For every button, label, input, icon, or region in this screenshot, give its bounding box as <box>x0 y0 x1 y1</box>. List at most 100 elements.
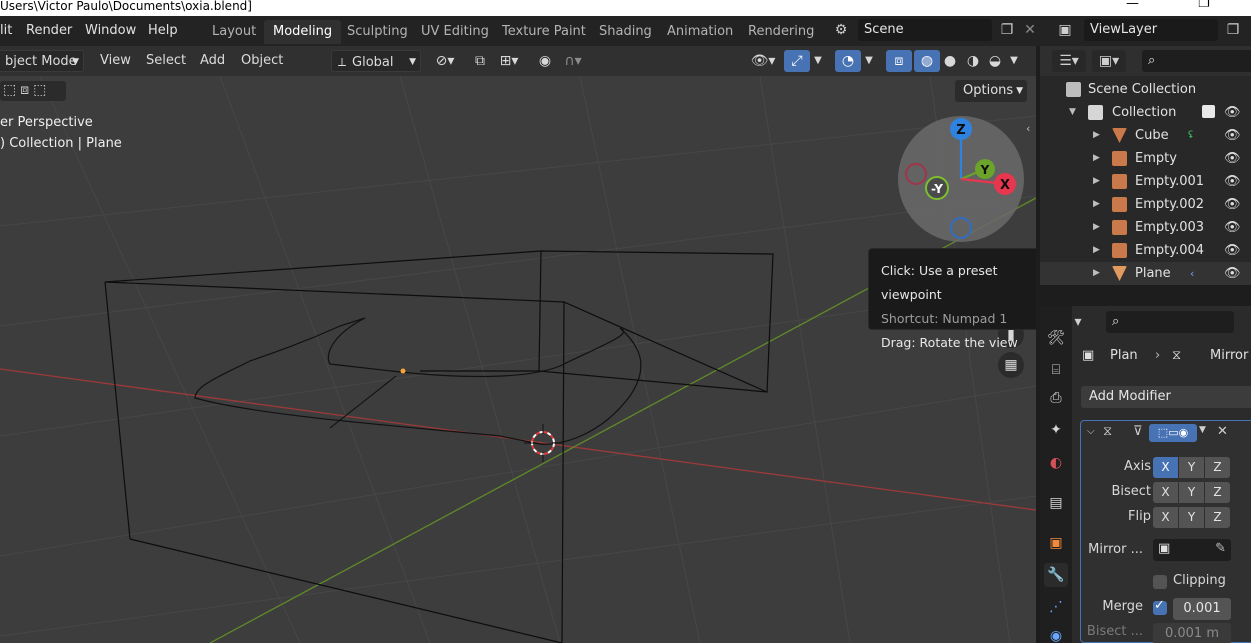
navigation-gizmo[interactable]: Z Y X -Y <box>898 116 1024 242</box>
menu-view[interactable]: View <box>94 50 137 72</box>
edit-mode-toggle-icon[interactable]: ⊽ <box>1133 424 1143 439</box>
modifier-tab-icon[interactable]: 🔧 <box>1044 563 1068 587</box>
scene-name-field[interactable]: Scene <box>858 19 992 41</box>
menu-window[interactable]: Window <box>85 23 136 38</box>
tab-layout[interactable]: Layout <box>203 20 265 44</box>
pivot-point-icon[interactable]: ⊘▾ <box>428 50 462 72</box>
tab-sculpting[interactable]: Sculpting <box>338 20 417 44</box>
collection-tab-icon[interactable]: ▤ <box>1044 491 1068 515</box>
eye-icon[interactable]: 👁 <box>1224 147 1241 170</box>
chevron-down-icon[interactable]: ▼ <box>1199 425 1206 435</box>
scene-selector-icon[interactable]: ⚙ <box>826 19 856 41</box>
expand-arrow-icon[interactable]: ▶ <box>1093 147 1100 170</box>
physics-tab-icon[interactable]: ◉ <box>1044 624 1068 643</box>
proportional-edit-icon[interactable]: ◉ <box>532 50 558 72</box>
outliner-search-input[interactable]: ⌕ <box>1142 50 1251 72</box>
eye-icon[interactable]: 👁 <box>1224 101 1241 124</box>
gizmo-toggle-icon[interactable]: ⤢ <box>784 50 810 72</box>
close-icon[interactable]: ✕ <box>1217 424 1228 439</box>
add-modifier-button[interactable]: Add Modifier <box>1081 386 1251 408</box>
eye-icon[interactable]: 👁 <box>1224 239 1241 262</box>
mirror-object-field[interactable]: ▣ ✎ <box>1153 539 1231 561</box>
tab-rendering[interactable]: Rendering <box>739 20 823 44</box>
object-tab-icon[interactable]: ▣ <box>1044 531 1068 555</box>
menu-help[interactable]: Help <box>148 23 178 38</box>
select-box-icon[interactable]: ⬚⧈⬚ <box>3 82 50 98</box>
maximize-icon[interactable]: ❐ <box>1198 0 1210 10</box>
visibility-icon[interactable]: 👁▾ <box>745 50 781 72</box>
options-dropdown[interactable]: Options ▼ <box>955 80 1027 102</box>
copy-icon[interactable]: ❐ <box>996 19 1018 41</box>
render-tab-icon[interactable]: ⌸ <box>1044 358 1068 382</box>
perspective-grid-icon[interactable]: ▦ <box>998 352 1024 378</box>
view-layer-icon[interactable]: ▣ <box>1050 19 1080 41</box>
viewport-3d[interactable]: Z Y X -Y ⬚⧈⬚ er Perspective ) Collection… <box>0 76 1036 643</box>
outliner-row-plane[interactable]: ▶ Plane ‹ 👁 <box>1040 262 1251 285</box>
axis-y-toggle[interactable]: Y <box>1179 457 1204 478</box>
expand-arrow-icon[interactable]: ▶ <box>1093 170 1100 193</box>
tab-uv-editing[interactable]: UV Editing <box>412 20 498 44</box>
xray-toggle-icon[interactable]: ⧈ <box>886 50 912 72</box>
merge-checkbox[interactable] <box>1153 598 1167 615</box>
editor-type-icon[interactable]: ▾ <box>1066 311 1090 333</box>
tab-shading[interactable]: Shading <box>590 20 661 44</box>
clipping-checkbox[interactable] <box>1153 575 1167 589</box>
close-icon[interactable]: ✕ <box>1019 19 1041 41</box>
eye-icon[interactable]: 👁 <box>1224 262 1241 285</box>
mode-dropdown[interactable]: bject Mode ▼ <box>0 50 84 72</box>
view-layer-field[interactable]: ViewLayer <box>1084 19 1218 41</box>
bisect-distance-field[interactable]: 0.001 m <box>1153 623 1231 643</box>
snap-target-icon[interactable]: ⊞▾ <box>492 50 526 72</box>
expand-arrow-icon[interactable]: ▶ <box>1093 193 1100 216</box>
outliner-row-empty[interactable]: ▶ Empty 👁 <box>1040 147 1251 170</box>
tab-modeling[interactable]: Modeling <box>264 20 342 44</box>
menu-select[interactable]: Select <box>140 50 192 72</box>
falloff-icon[interactable]: ∩▾ <box>556 50 590 72</box>
outliner-row-empty-001[interactable]: ▶ Empty.001 👁 <box>1040 170 1251 193</box>
tab-animation[interactable]: Animation <box>658 20 742 44</box>
bisect-x-toggle[interactable]: X <box>1153 482 1178 503</box>
menu-add[interactable]: Add <box>194 50 231 72</box>
expand-arrow-icon[interactable]: ▶ <box>1093 216 1100 239</box>
select-mode-buttons[interactable]: ⬚⧈⬚ <box>0 81 66 101</box>
collapse-arrow-icon[interactable]: ⌵ <box>1087 426 1095 437</box>
exclude-checkbox[interactable] <box>1202 105 1215 118</box>
expand-arrow-icon[interactable]: ▶ <box>1093 239 1100 262</box>
copy-icon[interactable]: ❐ <box>1222 19 1244 41</box>
orientation-dropdown[interactable]: ⟂ Global ▼ <box>331 50 421 72</box>
expand-arrow-icon[interactable]: ▶ <box>1093 262 1100 285</box>
outliner-row-empty-003[interactable]: ▶ Empty.003 👁 <box>1040 216 1251 239</box>
eyedropper-icon[interactable]: ✎ <box>1215 541 1226 556</box>
outliner-row-empty-004[interactable]: ▶ Empty.004 👁 <box>1040 239 1251 262</box>
output-tab-icon[interactable]: ⎙ <box>1044 386 1068 410</box>
collapse-arrow-icon[interactable]: ▼ <box>1069 101 1076 124</box>
minimize-icon[interactable]: — <box>1126 0 1139 10</box>
sidebar-toggle-icon[interactable]: ‹ <box>1026 122 1030 135</box>
axis-x-toggle[interactable]: X <box>1153 457 1178 478</box>
scene-tab-icon[interactable]: ✦ <box>1044 418 1068 442</box>
outliner-row-scene-collection[interactable]: Scene Collection <box>1040 78 1251 101</box>
chevron-down-icon[interactable]: ▼ <box>808 50 828 72</box>
editor-type-icon[interactable]: ☰▾ <box>1052 50 1086 72</box>
outliner-row-cube[interactable]: ▶ Cube ʢ 👁 <box>1040 124 1251 147</box>
chevron-down-icon[interactable]: ▼ <box>859 50 879 72</box>
menu-file[interactable]: lit <box>0 23 12 38</box>
menu-render[interactable]: Render <box>26 23 72 38</box>
overlays-toggle-icon[interactable]: ◔ <box>835 50 861 72</box>
eye-icon[interactable]: 👁 <box>1224 170 1241 193</box>
eye-icon[interactable]: 👁 <box>1224 193 1241 216</box>
world-tab-icon[interactable]: ◐ <box>1044 451 1068 475</box>
chevron-down-icon[interactable]: ▼ <box>1004 50 1024 72</box>
menu-object[interactable]: Object <box>235 50 289 72</box>
tool-tab-icon[interactable]: 🛠 <box>1044 326 1068 350</box>
bisect-z-toggle[interactable]: Z <box>1205 482 1230 503</box>
display-mode-icon[interactable]: ▣▾ <box>1092 50 1126 72</box>
properties-search-input[interactable]: ⌕ <box>1106 311 1234 333</box>
bisect-y-toggle[interactable]: Y <box>1179 482 1204 503</box>
axis-z-toggle[interactable]: Z <box>1205 457 1230 478</box>
particles-tab-icon[interactable]: ⋰ <box>1044 595 1068 619</box>
tab-texture-paint[interactable]: Texture Paint <box>493 20 595 44</box>
flip-x-toggle[interactable]: X <box>1153 507 1178 528</box>
outliner-row-empty-002[interactable]: ▶ Empty.002 👁 <box>1040 193 1251 216</box>
eye-icon[interactable]: 👁 <box>1224 124 1241 147</box>
